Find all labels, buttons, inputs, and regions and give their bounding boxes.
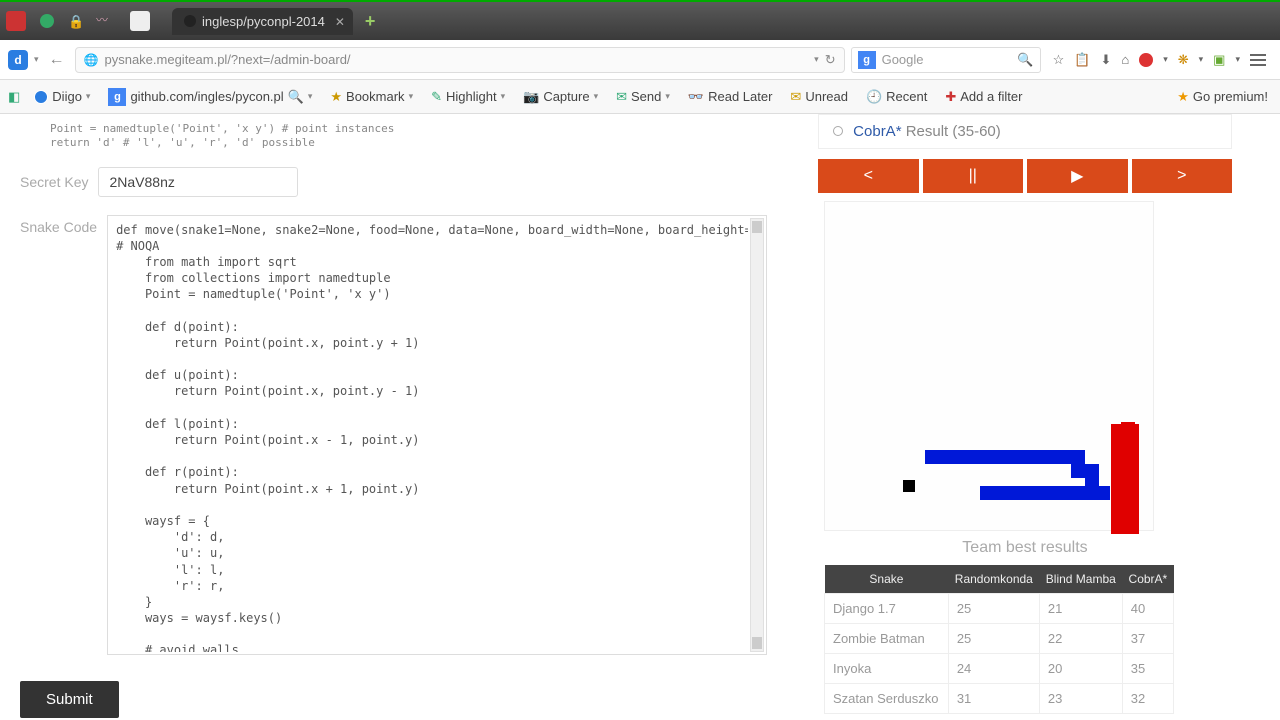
snake-code-label: Snake Code xyxy=(20,215,97,655)
app-icon-5[interactable] xyxy=(130,11,150,31)
prev-button[interactable]: < xyxy=(818,159,919,193)
code-scrollbar[interactable] xyxy=(750,218,764,652)
browser-tab[interactable]: inglesp/pyconpl-2014 ✕ xyxy=(172,8,353,35)
table-row: Szatan Serduszko312332 xyxy=(825,684,1174,714)
secret-key-input[interactable] xyxy=(98,167,298,197)
result-name: CobrA* xyxy=(853,123,901,140)
dropdown-icon[interactable]: ▾ xyxy=(814,54,819,65)
tab-favicon xyxy=(184,15,196,27)
back-button[interactable]: ← xyxy=(45,51,69,69)
globe-icon: 🌐 xyxy=(84,53,99,67)
result-text: Result (35-60) xyxy=(906,123,1001,140)
snake-code-textarea[interactable] xyxy=(108,216,748,652)
go-premium-button[interactable]: ★Go premium! xyxy=(1173,87,1272,107)
url-bar: d ▾ ← 🌐 pysnake.megiteam.pl/?next=/admin… xyxy=(0,40,1280,80)
table-row: Zombie Batman252237 xyxy=(825,624,1174,654)
tab-title: inglesp/pyconpl-2014 xyxy=(202,14,325,29)
snake-blue-1 xyxy=(925,450,1085,464)
snake-red-2 xyxy=(1111,424,1139,534)
adblock-icon[interactable] xyxy=(1139,53,1153,67)
next-button[interactable]: > xyxy=(1132,159,1233,193)
search-box[interactable]: g Google 🔍 xyxy=(851,47,1041,73)
table-header: CobrA* xyxy=(1122,565,1173,594)
home-icon[interactable]: ⌂ xyxy=(1121,52,1129,67)
table-row: Django 1.7252140 xyxy=(825,594,1174,624)
table-row: Inyoka242035 xyxy=(825,654,1174,684)
recent-button[interactable]: 🕘Recent xyxy=(862,87,931,107)
secret-key-label: Secret Key xyxy=(20,174,88,190)
team-results-title: Team best results xyxy=(818,539,1232,557)
ext-icon-2[interactable]: ▣ xyxy=(1213,52,1225,68)
playback-controls: < || ▶ > xyxy=(818,159,1232,193)
send-button[interactable]: ✉Send▾ xyxy=(612,87,674,107)
clipboard-icon[interactable]: 📋 xyxy=(1074,52,1090,68)
bookmark-ext-icon[interactable]: ◧ xyxy=(8,89,20,105)
app-icon-4[interactable]: 〰 xyxy=(96,11,116,31)
top-code-snippet: Point = namedtuple('Point', 'x y') # poi… xyxy=(20,118,800,161)
ext-icon-1[interactable]: ❋ xyxy=(1178,52,1189,68)
bookmark-bar: ◧ Diigo▾ ggithub.com/ingles/pycon.pl🔍▾ ★… xyxy=(0,80,1280,114)
capture-button[interactable]: 📷Capture▾ xyxy=(519,87,602,107)
pause-button[interactable]: || xyxy=(923,159,1024,193)
play-button[interactable]: ▶ xyxy=(1027,159,1128,193)
search-placeholder: Google xyxy=(882,52,1012,67)
result-box: CobrA* Result (35-60) xyxy=(818,114,1232,149)
radio-icon[interactable] xyxy=(833,126,843,136)
app-icon-1[interactable] xyxy=(6,11,26,31)
game-board xyxy=(824,201,1154,531)
app-icon-2[interactable] xyxy=(40,14,54,28)
download-icon[interactable]: ⬇ xyxy=(1100,52,1111,68)
unread-button[interactable]: ✉Unread xyxy=(786,87,852,107)
app-icon-3[interactable]: 🔒 xyxy=(68,14,82,28)
diigo-icon[interactable]: d xyxy=(8,50,28,70)
results-table: SnakeRandomkondaBlind MambaCobrA* Django… xyxy=(824,565,1174,714)
search-icon[interactable]: 🔍 xyxy=(1017,52,1033,68)
star-icon[interactable]: ☆ xyxy=(1053,52,1065,68)
table-header: Blind Mamba xyxy=(1039,565,1122,594)
github-bookmark[interactable]: ggithub.com/ingles/pycon.pl🔍▾ xyxy=(104,86,316,108)
table-header: Snake xyxy=(825,565,949,594)
table-header: Randomkonda xyxy=(948,565,1039,594)
submit-button[interactable]: Submit xyxy=(20,681,119,718)
google-icon: g xyxy=(858,51,876,69)
os-titlebar: 🔒 〰 inglesp/pyconpl-2014 ✕ + xyxy=(0,0,1280,40)
diigo-menu[interactable]: Diigo▾ xyxy=(30,87,94,106)
snake-blue-4 xyxy=(980,486,1110,500)
url-input[interactable]: 🌐 pysnake.megiteam.pl/?next=/admin-board… xyxy=(75,47,845,73)
readlater-button[interactable]: 👓Read Later xyxy=(684,87,777,107)
diigo-dropdown-icon[interactable]: ▾ xyxy=(34,54,39,65)
bookmark-button[interactable]: ★Bookmark▾ xyxy=(326,87,417,107)
search-small-icon: 🔍 xyxy=(288,89,304,105)
menu-icon[interactable] xyxy=(1250,51,1266,69)
add-filter-button[interactable]: ✚Add a filter xyxy=(941,87,1026,107)
highlight-button[interactable]: ✎Highlight▾ xyxy=(427,87,509,107)
snake-blue-2 xyxy=(1071,450,1085,478)
tab-close-icon[interactable]: ✕ xyxy=(335,15,345,29)
new-tab-button[interactable]: + xyxy=(365,11,376,32)
food-dot xyxy=(903,480,915,492)
url-text: pysnake.megiteam.pl/?next=/admin-board/ xyxy=(104,52,808,67)
reload-icon[interactable]: ↻ xyxy=(825,52,836,68)
